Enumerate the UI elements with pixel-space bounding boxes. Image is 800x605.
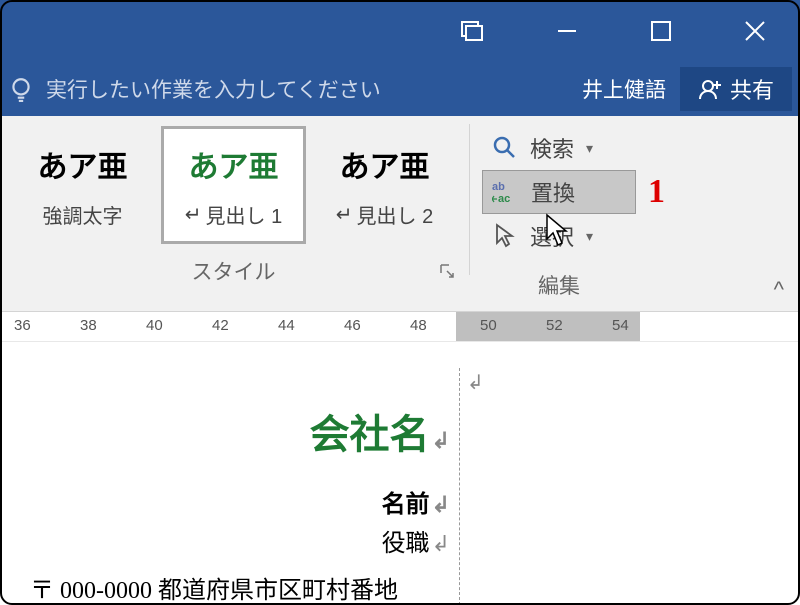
user-name[interactable]: 井上健語 (568, 74, 680, 104)
ruler-tick: 40 (146, 317, 163, 334)
window-titlebar (0, 0, 800, 62)
dropdown-caret-icon: ▾ (586, 140, 593, 157)
ruler-tick: 44 (278, 317, 295, 334)
tell-me-placeholder: 実行したい作業を入力してください (46, 74, 381, 104)
style-preview: あア亜 (340, 142, 430, 186)
close-button[interactable] (720, 0, 790, 62)
collapse-ribbon-button[interactable]: ^ (774, 277, 784, 303)
replace-button[interactable]: ab ac 置換 1 (482, 170, 636, 214)
ruler-tick: 46 (344, 317, 361, 334)
group-divider (469, 124, 470, 275)
paragraph-mark: ↲ (467, 370, 484, 395)
style-preview: あア亜 (189, 142, 279, 186)
minimize-button[interactable] (532, 0, 602, 62)
find-label: 検索 (530, 132, 574, 164)
ribbon: あア亜 強調太字 あア亜 ↵見出し 1 あア亜 ↵見出し 2 スタイル 検索 ▾ (0, 116, 800, 312)
ruler-tick: 48 (410, 317, 427, 334)
company-field[interactable]: 会社名↲ (310, 402, 450, 460)
ribbon-display-options[interactable] (438, 0, 508, 62)
ruler-tick: 50 (480, 317, 497, 334)
style-label: ↵見出し 1 (185, 200, 282, 229)
ruler-tick: 52 (546, 317, 563, 334)
horizontal-ruler[interactable]: 36 38 40 42 44 46 48 50 52 54 (0, 312, 800, 342)
style-preview: あア亜 (38, 142, 128, 186)
ruler-tick: 54 (612, 317, 629, 334)
style-item-heading1[interactable]: あア亜 ↵見出し 1 (161, 126, 306, 244)
search-icon (490, 134, 520, 162)
ruler-tick: 36 (14, 317, 31, 334)
role-field[interactable]: 役職↲ (310, 523, 450, 558)
style-item-heading2[interactable]: あア亜 ↵見出し 2 (312, 126, 457, 244)
document-content: 会社名↲ 名前↲ 役職↲ (310, 402, 450, 558)
annotation-number: 1 (648, 173, 665, 211)
replace-label: 置換 (531, 176, 575, 208)
share-label: 共有 (730, 73, 774, 105)
tell-me-box[interactable]: 実行したい作業を入力してください (8, 74, 568, 104)
share-icon (698, 77, 722, 101)
editing-group-label: 編集 (538, 270, 580, 300)
style-label: ↵見出し 2 (336, 200, 433, 229)
svg-text:ac: ac (498, 193, 510, 204)
replace-icon: ab ac (491, 178, 521, 206)
maximize-button[interactable] (626, 0, 696, 62)
address-field[interactable]: 〒 000-0000 都道府県市区町村番地 (30, 570, 398, 605)
styles-group-label: スタイル (192, 256, 276, 286)
ruler-tick: 38 (80, 317, 97, 334)
document-area[interactable]: ↲ 会社名↲ 名前↲ 役職↲ 〒 000-0000 都道府県市区町村番地 (0, 342, 800, 605)
svg-text:ab: ab (492, 181, 505, 193)
mouse-cursor (545, 213, 569, 247)
command-bar: 実行したい作業を入力してください 井上健語 共有 (0, 62, 800, 116)
styles-group: あア亜 強調太字 あア亜 ↵見出し 1 あア亜 ↵見出し 2 スタイル (0, 116, 465, 311)
name-field[interactable]: 名前↲ (310, 484, 450, 519)
dropdown-caret-icon: ▾ (586, 228, 593, 245)
style-label: 強調太字 (43, 200, 123, 229)
style-item-strong[interactable]: あア亜 強調太字 (10, 126, 155, 244)
style-gallery[interactable]: あア亜 強調太字 あア亜 ↵見出し 1 あア亜 ↵見出し 2 (10, 126, 457, 244)
find-button[interactable]: 検索 ▾ (482, 126, 636, 170)
ruler-tick: 42 (212, 317, 229, 334)
styles-dialog-launcher[interactable] (439, 263, 455, 279)
cursor-icon (490, 222, 520, 250)
share-button[interactable]: 共有 (680, 67, 792, 111)
lightbulb-icon (8, 76, 34, 102)
